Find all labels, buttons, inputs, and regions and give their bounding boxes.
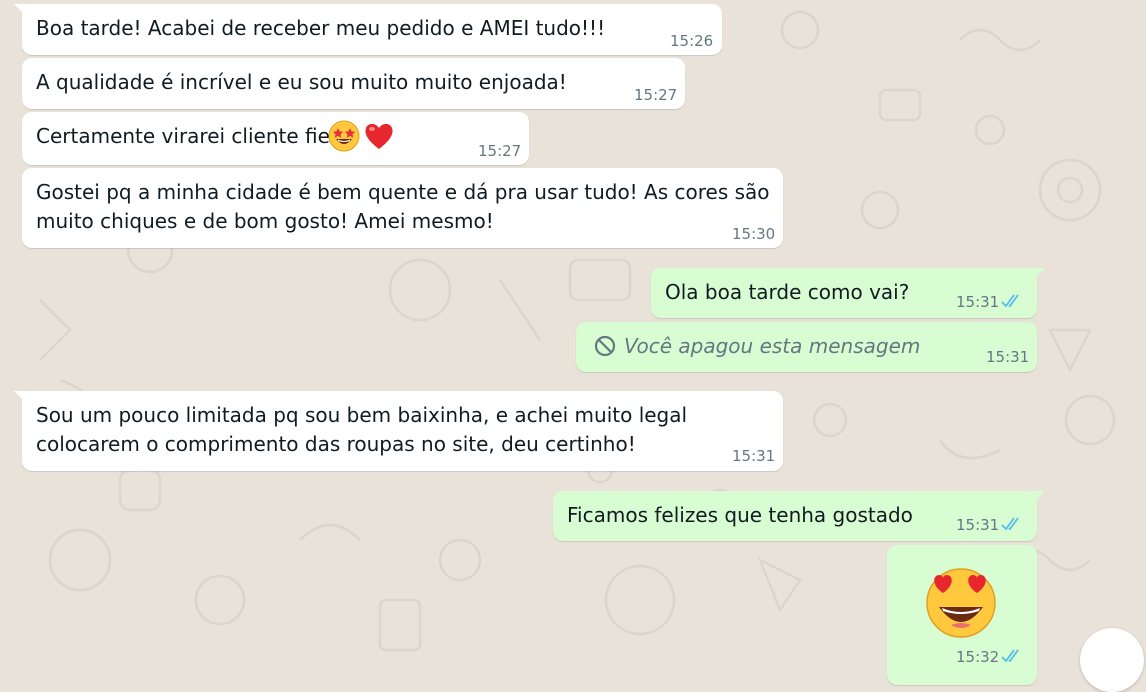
message-text-line: Sou um pouco limitada pq sou bem baixinh…: [36, 403, 688, 427]
message-timestamp: 15:31: [732, 447, 776, 465]
message-bubble-incoming[interactable]: Boa tarde! Acabei de receber meu pedido …: [14, 4, 722, 55]
message-text-line: muito chiques e de bom gosto! Amei mesmo…: [36, 209, 494, 233]
scroll-to-bottom-button[interactable]: [1080, 628, 1144, 692]
message-timestamp: 15:27: [478, 142, 522, 160]
message-text: A qualidade é incrível e eu sou muito mu…: [36, 70, 567, 94]
bubble-tail: [14, 4, 28, 18]
read-receipt-icon: [1001, 517, 1019, 531]
deleted-message-icon: [594, 335, 616, 357]
message-timestamp: 15:26: [670, 32, 714, 50]
message-timestamp: 15:31: [956, 293, 1000, 311]
message-bubble-outgoing[interactable]: Ola boa tarde como vai? 15:31: [651, 268, 1045, 318]
message-text: Ola boa tarde como vai?: [665, 280, 910, 304]
bubble-tail: [1031, 268, 1045, 282]
message-timestamp: 15:32: [956, 648, 1000, 666]
message-text: Ficamos felizes que tenha gostado: [567, 503, 913, 527]
heart-eyes-emoji-icon: [926, 568, 996, 638]
bubble-tail: [1031, 491, 1045, 505]
message-timestamp: 15:27: [634, 86, 678, 104]
message-text-deleted: Você apagou esta mensagem: [624, 334, 921, 358]
message-timestamp: 15:31: [986, 348, 1030, 366]
message-bubble-incoming[interactable]: Certamente virarei cliente fiel 15:27: [22, 112, 529, 165]
message-bubble-outgoing-emoji[interactable]: 15:32: [887, 545, 1037, 685]
message-text-line: colocarem o comprimento das roupas no si…: [36, 432, 636, 456]
message-bubble-outgoing[interactable]: Ficamos felizes que tenha gostado 15:31: [553, 491, 1045, 541]
message-bubble-incoming[interactable]: Gostei pq a minha cidade é bem quente e …: [22, 168, 783, 248]
read-receipt-icon: [1001, 294, 1019, 308]
message-text-line: Gostei pq a minha cidade é bem quente e …: [36, 180, 770, 204]
message-bubble-outgoing-deleted[interactable]: Você apagou esta mensagem 15:31: [576, 322, 1037, 372]
read-receipt-icon: [1001, 649, 1019, 663]
star-struck-emoji-icon: [328, 120, 360, 152]
message-timestamp: 15:30: [732, 225, 776, 243]
message-text: Certamente virarei cliente fiel: [36, 124, 336, 148]
bubble-tail: [14, 391, 28, 405]
message-timestamp: 15:31: [956, 516, 1000, 534]
message-bubble-incoming[interactable]: A qualidade é incrível e eu sou muito mu…: [22, 58, 685, 109]
message-text: Boa tarde! Acabei de receber meu pedido …: [36, 16, 606, 40]
message-bubble-incoming[interactable]: Sou um pouco limitada pq sou bem baixinh…: [14, 391, 783, 471]
red-heart-emoji-icon: [365, 123, 393, 149]
